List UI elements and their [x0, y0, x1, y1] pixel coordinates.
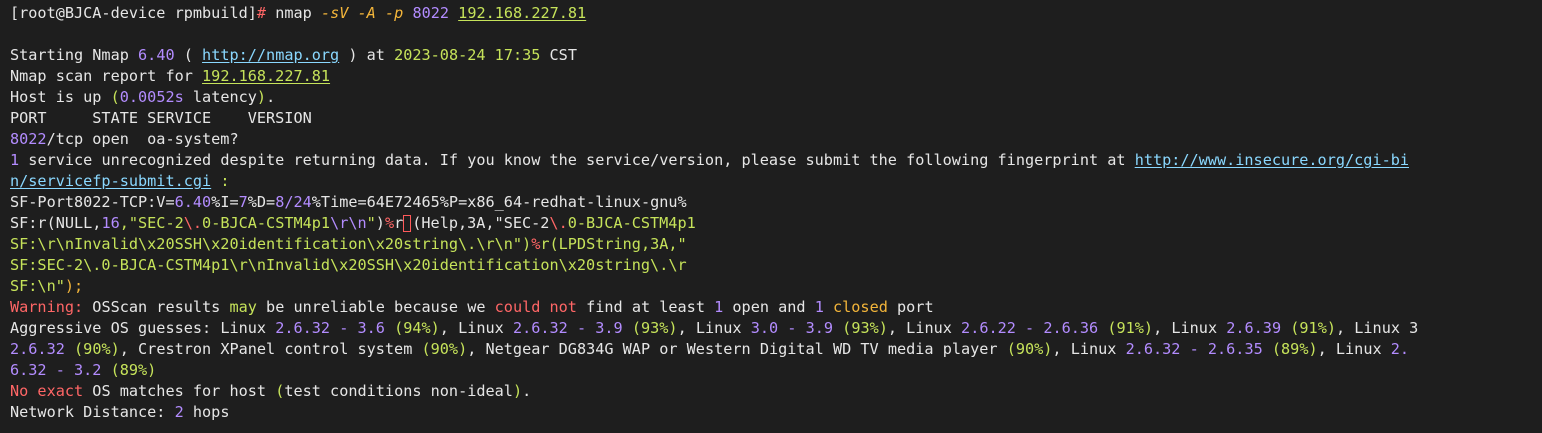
- os-guess-segment: (94%): [394, 319, 440, 337]
- os-guess-segment: , Linux: [887, 319, 962, 337]
- host-latency: (0.0052s latency).: [110, 88, 276, 106]
- submit-colon: :: [211, 172, 230, 190]
- no-exact-match-line: No exact OS matches for host (test condi…: [10, 382, 532, 400]
- os-guess-segment: , Crestron XPanel control system: [119, 340, 422, 358]
- scan-timezone: CST: [540, 46, 577, 64]
- service-unrecognized-line: 1 service unrecognized despite returning…: [10, 150, 1409, 171]
- os-guess-segment: , Linux: [1153, 319, 1227, 337]
- fingerprint-line-3: SF:\r\nInvalid\x20SSH\x20identification\…: [10, 235, 687, 253]
- os-guess-segment: [623, 319, 632, 337]
- fingerprint-line-5: SF:\n");: [10, 277, 84, 295]
- os-guesses-line-3: 6.32 - 3.2 (89%): [10, 360, 156, 381]
- os-guess-segment: (90%): [421, 340, 468, 358]
- osscan-warning-line: Warning: OSScan results may be unreliabl…: [10, 298, 934, 316]
- os-guess-segment: (90%): [74, 340, 120, 358]
- command-flag-A: -A: [357, 4, 376, 22]
- os-guess-segment: [1098, 319, 1107, 337]
- command-target-ip[interactable]: 192.168.227.81: [458, 4, 586, 22]
- port-result-line: 8022/tcp open oa-system?: [10, 129, 239, 150]
- fingerprint-line-2: SF:r(NULL,16,"SEC-2\.0-BJCA-CSTM4p1\r\n"…: [10, 214, 696, 232]
- os-guess-segment: , Linux: [439, 319, 513, 337]
- text-cursor: [403, 215, 412, 232]
- os-guess-segment: 2.: [1390, 340, 1410, 358]
- os-guesses-label: Aggressive OS guesses:: [10, 319, 221, 337]
- nmap-url-link[interactable]: http://nmap.org: [202, 46, 339, 64]
- os-guess-segment: [101, 361, 110, 379]
- scan-report-prefix: Nmap scan report for: [10, 67, 203, 85]
- unrecognized-count: 1: [10, 151, 20, 169]
- scan-report-ip-link[interactable]: 192.168.227.81: [202, 67, 330, 85]
- port-table-header: PORT STATE SERVICE VERSION: [10, 109, 312, 127]
- prompt-hash: #: [256, 4, 267, 22]
- os-guess-segment: 3.0 - 3.9: [750, 319, 834, 337]
- scan-report-line: Nmap scan report for 192.168.227.81: [10, 66, 330, 87]
- os-guess-segment: 6.32 - 3.2: [10, 361, 102, 379]
- os-guess-segment: 2.6.22 - 2.6.36: [961, 319, 1099, 337]
- os-guess-segment: [1263, 340, 1272, 358]
- scan-time: 17:35: [494, 46, 541, 64]
- os-guess-segment: [385, 319, 394, 337]
- os-guess-segment: (93%): [842, 319, 888, 337]
- fingerprint-submit-link-cont[interactable]: n/servicefp-submit.cgi: [10, 172, 211, 190]
- port-state-service: /tcp open oa-system?: [46, 130, 239, 148]
- port-number: 8022: [10, 130, 47, 148]
- starting-prefix: Starting Nmap: [10, 46, 129, 64]
- os-guess-segment: (93%): [631, 319, 678, 337]
- os-guess-segment: [1281, 319, 1290, 337]
- os-guess-segment: , Linux: [1317, 340, 1391, 358]
- os-guess-segment: [65, 340, 74, 358]
- no-exact-label: No exact: [10, 382, 84, 400]
- os-guess-segment: , Netgear DG834G WAP or Western Digital …: [467, 340, 1007, 358]
- command-port: 8022: [412, 4, 450, 22]
- close-paren: ) at: [339, 46, 395, 64]
- os-guess-segment: Linux: [220, 319, 276, 337]
- command-prompt-line: [root@BJCA-device rpmbuild]# nmap -sV -A…: [10, 3, 586, 24]
- os-guess-segment: (91%): [1290, 319, 1336, 337]
- os-guess-segment: 2.6.32 - 3.9: [512, 319, 623, 337]
- command-name: nmap: [275, 4, 312, 22]
- test-conditions: (test conditions non-ideal).: [275, 382, 532, 400]
- warning-label: Warning:: [10, 298, 84, 316]
- network-distance-line: Network Distance: 2 hops: [10, 403, 230, 421]
- nmap-version: 6.40: [138, 46, 175, 64]
- command-flag-sV: -sV: [320, 4, 349, 22]
- unrecognized-text: service unrecognized despite returning d…: [19, 151, 1135, 169]
- fingerprint-submit-link[interactable]: http://www.insecure.org/cgi-bi: [1135, 151, 1409, 169]
- fingerprint-line-4: SF:SEC-2\.0-BJCA-CSTM4p1\r\nInvalid\x20S…: [10, 256, 687, 274]
- fingerprint-line-1: SF-Port8022-TCP:V=6.40%I=7%D=8/24%Time=6…: [10, 193, 687, 211]
- terminal-window[interactable]: ' [root@BJCA-device rpmbuild]# nmap -sV …: [0, 0, 1542, 433]
- scan-date: 2023-08-24: [394, 46, 486, 64]
- network-distance-value: 2: [174, 403, 184, 421]
- command-flag-p: -p: [384, 4, 404, 22]
- service-unrecognized-line-cont: n/servicefp-submit.cgi :: [10, 171, 229, 192]
- starting-nmap-line: Starting Nmap 6.40 ( http://nmap.org ) a…: [10, 45, 577, 66]
- os-guess-segment: , Linux: [677, 319, 751, 337]
- host-up-line: Host is up (0.0052s latency).: [10, 87, 275, 108]
- os-guess-segment: 2.6.39: [1226, 319, 1282, 337]
- os-guess-segment: (89%): [110, 361, 157, 379]
- os-guess-segment: 2.6.32: [10, 340, 65, 358]
- network-distance-label: Network Distance:: [10, 403, 175, 421]
- os-guess-segment: [833, 319, 842, 337]
- os-guesses-line-1: Aggressive OS guesses: Linux 2.6.32 - 3.…: [10, 318, 1418, 339]
- os-guess-segment: , Linux: [1052, 340, 1126, 358]
- os-guess-segment: 2.6.32 - 3.6: [275, 319, 385, 337]
- os-guess-segment: (90%): [1006, 340, 1053, 358]
- host-up-prefix: Host is up: [10, 88, 111, 106]
- os-guess-segment: 2.6.32 - 2.6.35: [1125, 340, 1263, 358]
- open-paren: (: [174, 46, 203, 64]
- os-guess-segment: , Linux 3: [1335, 319, 1419, 337]
- prompt-user-host-dir: [root@BJCA-device rpmbuild]: [10, 4, 257, 22]
- os-guess-segment: (89%): [1271, 340, 1318, 358]
- os-guess-segment: (91%): [1107, 319, 1154, 337]
- os-guesses-line-2: 2.6.32 (90%), Crestron XPanel control sy…: [10, 339, 1409, 360]
